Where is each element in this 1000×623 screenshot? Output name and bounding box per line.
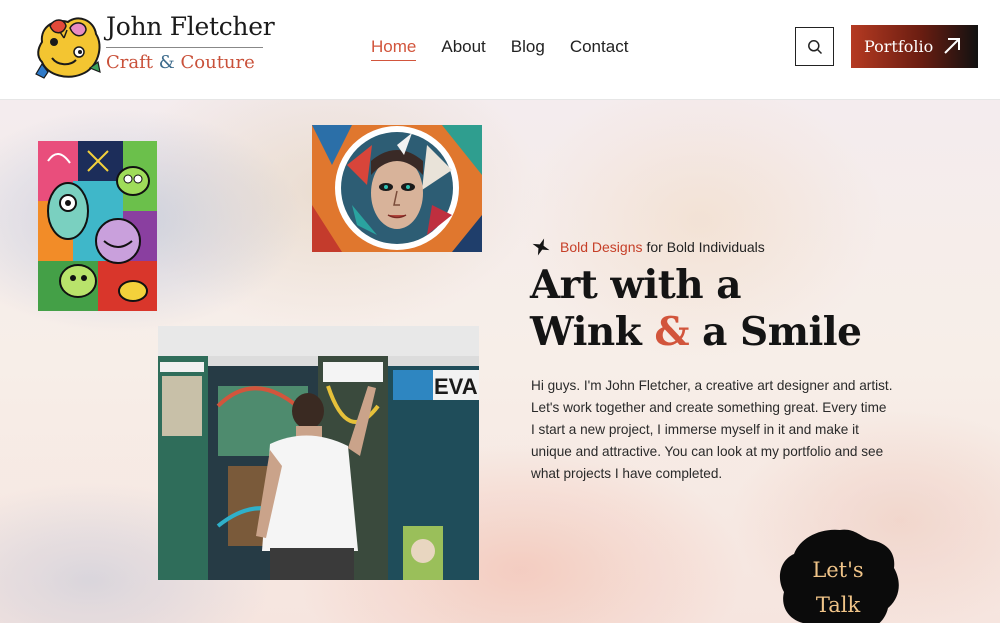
bio-line: Hi guys. I'm John Fletcher, a creative a…: [531, 378, 893, 393]
bio-line: I start a new project, I immerse myself …: [531, 422, 859, 437]
nav-contact[interactable]: Contact: [570, 37, 629, 61]
brand-tagline-part1: Craft: [106, 52, 159, 73]
brand-tagline-ampersand: &: [158, 52, 175, 73]
headline-line2-a: Wink: [530, 309, 655, 355]
headline-ampersand: &: [654, 309, 690, 355]
portrait-mural-image: [312, 125, 482, 252]
logo-icon[interactable]: [34, 12, 104, 82]
sparkle-icon: [532, 238, 550, 256]
bio-line: what projects I have completed.: [531, 466, 723, 481]
bio-line: Let's work together and create something…: [531, 400, 887, 415]
lets-talk-line1: Let's: [812, 558, 864, 582]
artist-painting-photo: EVA: [158, 326, 479, 580]
hero-headline: Art with a Wink & a Smile: [530, 262, 862, 356]
nav-blog[interactable]: Blog: [511, 37, 545, 61]
hero-eyebrow: Bold Designs for Bold Individuals: [532, 238, 765, 256]
headline-line1: Art with a: [530, 262, 742, 308]
brand-tagline: Craft & Couture: [106, 52, 255, 73]
arrow-up-right-icon: [944, 38, 960, 54]
eyebrow-accent: Bold Designs: [560, 239, 643, 255]
brand-divider: [106, 47, 263, 48]
nav-home[interactable]: Home: [371, 37, 417, 61]
portfolio-button-label: Portfolio: [864, 37, 934, 56]
hero-bio: Hi guys. I'm John Fletcher, a creative a…: [531, 375, 916, 485]
search-button[interactable]: [795, 27, 834, 66]
headline-line2-b: a Smile: [689, 309, 862, 355]
main-nav: Home About Blog Contact: [371, 37, 653, 61]
lets-talk-line2: Talk: [815, 593, 861, 617]
eyebrow-text: for Bold Individuals: [646, 239, 765, 255]
nav-about[interactable]: About: [441, 37, 485, 61]
monster-graffiti-image: [38, 141, 157, 311]
brand-tagline-part2: Couture: [174, 52, 255, 73]
svg-text:EVA: EVA: [434, 374, 478, 399]
portfolio-button[interactable]: Portfolio: [851, 25, 978, 68]
brand-name[interactable]: John Fletcher: [106, 12, 275, 41]
site-header: John Fletcher Craft & Couture Home About…: [0, 0, 1000, 100]
search-icon: [807, 39, 822, 54]
lets-talk-label[interactable]: Let's Talk: [776, 553, 900, 623]
bio-line: unique and attractive. You can look at m…: [531, 444, 884, 459]
